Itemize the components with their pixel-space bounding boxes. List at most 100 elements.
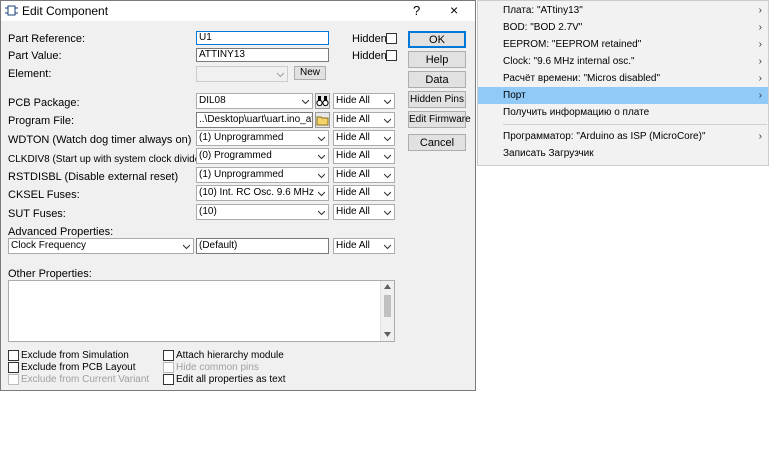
exclude-pcb-checkbox[interactable] [8,362,19,373]
hide-common-pins-checkbox[interactable] [163,362,174,373]
chevron-down-icon [318,136,325,142]
submenu-arrow-icon: › [758,5,762,16]
menu-item-eeprom[interactable]: EEPROM: "EEPROM retained" › [478,36,768,53]
sut-label: SUT Fuses: [8,208,66,220]
help-title-button[interactable]: ? [413,3,420,18]
binoculars-icon [316,96,329,107]
scroll-down-icon[interactable] [384,332,391,337]
browse-file-button[interactable] [315,112,330,128]
hidden-reference-checkbox[interactable] [386,33,397,44]
pcb-package-visibility-select[interactable]: Hide All [333,93,395,109]
cancel-button[interactable]: Cancel [408,134,466,151]
menu-item-burn-bootloader[interactable]: Записать Загрузчик [478,145,768,162]
element-select[interactable] [196,66,288,82]
wdton-select[interactable]: (1) Unprogrammed [196,130,329,146]
new-button[interactable]: New [294,66,326,80]
chevron-down-icon [384,154,391,160]
program-file-input[interactable]: ..\Desktop\uart\uart.ino_attiny [196,112,313,128]
component-icon [5,5,18,16]
cksel-visibility-select[interactable]: Hide All [333,185,395,201]
advanced-property-select[interactable]: Clock Frequency [8,238,194,254]
menu-item-board[interactable]: Плата: "ATtiny13" › [478,2,768,19]
submenu-arrow-icon: › [758,90,762,101]
menu-separator [503,124,767,125]
hidden-label-value: Hidden: [352,50,390,62]
exclude-simulation-checkbox[interactable] [8,350,19,361]
advanced-visibility-select[interactable]: Hide All [333,238,395,254]
program-file-visibility-select[interactable]: Hide All [333,112,395,128]
textarea-scrollbar[interactable] [380,281,394,341]
chevron-down-icon [183,244,190,250]
rstdisbl-visibility-select[interactable]: Hide All [333,167,395,183]
rstdisbl-label: RSTDISBL (Disable external reset) [8,171,179,183]
chevron-down-icon [318,210,325,216]
hidden-value-checkbox[interactable] [386,50,397,61]
chevron-down-icon [277,72,284,78]
cksel-select[interactable]: (10) Int. RC Osc. 9.6 MHz [196,185,329,201]
dialog-title: Edit Component [22,4,109,18]
program-file-label: Program File: [8,115,75,127]
submenu-arrow-icon: › [758,73,762,84]
help-button[interactable]: Help [408,51,466,68]
exclude-variant-checkbox[interactable] [8,374,19,385]
part-value-label: Part Value: [8,50,62,62]
wdton-visibility-select[interactable]: Hide All [333,130,395,146]
part-value-input[interactable]: ATTINY13 [196,48,329,62]
rstdisbl-select[interactable]: (1) Unprogrammed [196,167,329,183]
other-properties-textarea[interactable] [8,280,395,342]
ok-button[interactable]: OK [408,31,466,48]
scroll-up-icon[interactable] [384,284,391,289]
part-reference-label: Part Reference: [8,33,86,45]
clkdiv8-select[interactable]: (0) Programmed [196,148,329,164]
sut-select[interactable]: (10) [196,204,329,220]
chevron-down-icon [318,154,325,160]
edit-component-dialog: Edit Component ? × Part Reference: U1 Hi… [0,0,476,391]
menu-item-board-info[interactable]: Получить информацию о плате [478,104,768,121]
chevron-down-icon [384,210,391,216]
element-label: Element: [8,68,52,80]
cksel-label: CKSEL Fuses: [8,189,80,201]
pcb-package-label: PCB Package: [8,97,80,109]
title-bar[interactable]: Edit Component ? × [1,1,475,21]
sut-visibility-select[interactable]: Hide All [333,204,395,220]
close-icon[interactable]: × [450,2,458,18]
submenu-arrow-icon: › [758,131,762,142]
hidden-label-reference: Hidden: [352,33,390,45]
menu-item-bod[interactable]: BOD: "BOD 2.7V" › [478,19,768,36]
part-reference-input[interactable]: U1 [196,31,329,45]
scroll-thumb[interactable] [384,295,391,317]
menu-item-clock[interactable]: Clock: "9.6 MHz internal osc." › [478,53,768,70]
hide-common-pins-label: Hide common pins [176,362,259,373]
menu-item-timing[interactable]: Расчёт времени: "Micros disabled" › [478,70,768,87]
wdton-label: WDTON (Watch dog timer always on) [8,134,192,146]
data-button[interactable]: Data [408,71,466,88]
exclude-simulation-label: Exclude from Simulation [21,350,129,361]
chevron-down-icon [384,99,391,105]
folder-icon [316,116,329,126]
chevron-down-icon [302,99,309,105]
attach-hierarchy-checkbox[interactable] [163,350,174,361]
browse-package-button[interactable] [315,93,330,109]
exclude-pcb-label: Exclude from PCB Layout [21,362,136,373]
chevron-down-icon [384,136,391,142]
exclude-variant-label: Exclude from Current Variant [21,374,150,385]
clkdiv8-visibility-select[interactable]: Hide All [333,148,395,164]
pcb-package-select[interactable]: DIL08 [196,93,313,109]
menu-item-programmer[interactable]: Программатор: "Arduino as ISP (MicroCore… [478,128,768,145]
chevron-down-icon [384,191,391,197]
menu-item-port[interactable]: Порт › [478,87,768,104]
chevron-down-icon [318,191,325,197]
attach-hierarchy-label: Attach hierarchy module [176,350,284,361]
advanced-property-value-input[interactable]: (Default) [196,238,329,254]
tools-menu: Плата: "ATtiny13" › BOD: "BOD 2.7V" › EEPR… [477,0,769,166]
edit-firmware-button[interactable]: Edit Firmware [408,111,471,128]
edit-all-text-label: Edit all properties as text [176,374,286,385]
edit-all-text-checkbox[interactable] [163,374,174,385]
hidden-pins-button[interactable]: Hidden Pins [408,91,466,108]
chevron-down-icon [318,173,325,179]
chevron-down-icon [384,173,391,179]
submenu-arrow-icon: › [758,56,762,67]
chevron-down-icon [384,244,391,250]
submenu-arrow-icon: › [758,22,762,33]
submenu-arrow-icon: › [758,39,762,50]
